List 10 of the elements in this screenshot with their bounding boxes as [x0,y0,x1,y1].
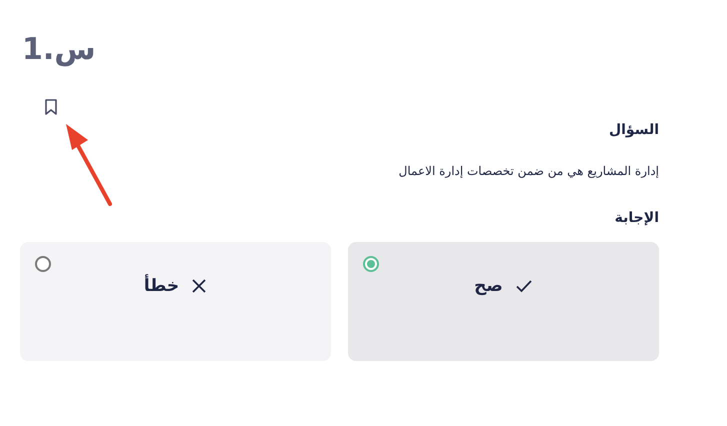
answer-option[interactable]: صح [348,242,659,361]
answer-option[interactable]: خطأ [20,242,331,361]
question-text: إدارة المشاريع هي من ضمن تخصصات إدارة الاعمال [398,164,659,178]
answer-label: الإجابة [614,210,659,226]
radio-button[interactable] [35,256,51,272]
close-icon [191,278,208,294]
question-label: السؤال [608,122,659,138]
question-number: س.1 [21,31,96,69]
bookmark-icon[interactable] [42,98,60,116]
radio-button[interactable] [363,256,379,272]
